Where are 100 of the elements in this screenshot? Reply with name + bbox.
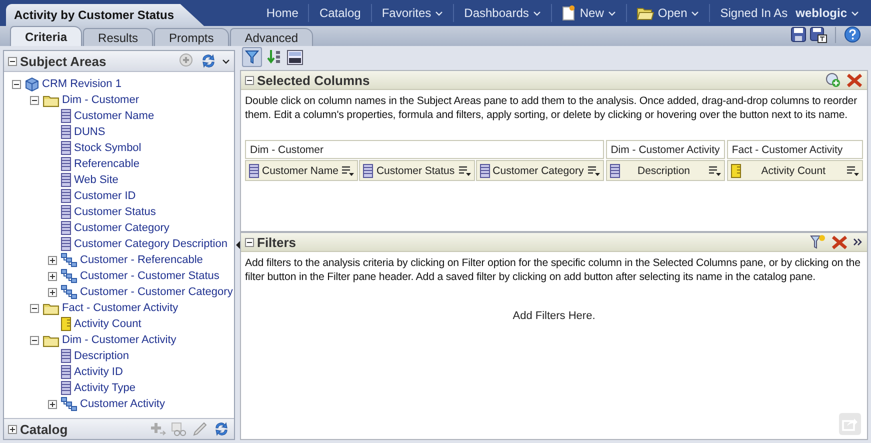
save-icon[interactable]	[791, 27, 806, 42]
tab[interactable]: Criteria	[10, 26, 82, 46]
delete-icon[interactable]	[846, 72, 863, 88]
tab[interactable]: Results	[83, 28, 154, 46]
caret-icon	[691, 10, 700, 16]
selected-column[interactable]: Description	[606, 160, 725, 181]
column-icon	[61, 237, 71, 251]
tree-item[interactable]: Activity ID	[74, 366, 123, 378]
expand-icon[interactable]	[48, 400, 56, 408]
menu-button[interactable]: Dashboards	[453, 4, 551, 22]
column-icon	[61, 189, 71, 203]
tree-item[interactable]: Customer - Customer Status	[80, 270, 220, 282]
column-icon	[61, 173, 71, 187]
selected-column[interactable]: Customer Status	[359, 160, 475, 181]
column-menu-icon[interactable]	[708, 164, 722, 176]
selected-column[interactable]: Activity Count	[726, 160, 863, 181]
column-icon	[61, 349, 71, 363]
column-icon	[610, 164, 620, 178]
column-menu-icon[interactable]	[586, 164, 601, 176]
tree-item[interactable]: Customer Category	[74, 222, 170, 234]
empty-message: Add Filters Here.	[512, 310, 596, 322]
tab[interactable]: Advanced	[230, 28, 314, 46]
expand-icon[interactable]	[48, 272, 56, 280]
panel-title: Filters	[257, 234, 296, 250]
column-group-header[interactable]: Fact - Customer Activity	[726, 140, 863, 159]
column-icon	[61, 221, 71, 235]
double-chevron-icon[interactable]	[853, 237, 863, 247]
tree-item[interactable]: Referencable	[74, 158, 140, 170]
column-icon	[61, 205, 71, 219]
selected-column[interactable]: Customer Category	[476, 160, 604, 181]
collapse-icon[interactable]	[12, 80, 20, 88]
folder-icon	[43, 334, 59, 346]
expand-icon[interactable]	[8, 424, 17, 434]
sort-button[interactable]	[265, 48, 283, 66]
collapse-icon[interactable]	[30, 96, 38, 104]
tab[interactable]: Prompts	[154, 28, 229, 46]
tree-item[interactable]: Customer Category Description	[74, 238, 228, 250]
tree-item[interactable]: Customer - Referencable	[80, 254, 203, 266]
tree-item[interactable]: Dim - Customer Activity	[62, 334, 176, 346]
collapse-icon[interactable]	[30, 304, 38, 312]
caret-icon	[851, 10, 859, 16]
column-icon	[249, 164, 259, 178]
tree-item[interactable]: Stock Symbol	[74, 142, 142, 154]
folder-icon	[43, 94, 59, 106]
caret-icon	[435, 10, 444, 16]
tree-item[interactable]: Customer ID	[74, 190, 136, 202]
column-icon	[61, 141, 71, 155]
expand-icon[interactable]	[48, 288, 56, 296]
tree-item[interactable]: Customer - Customer Category	[80, 286, 233, 298]
column-menu-icon[interactable]	[458, 164, 472, 176]
column-menu-icon[interactable]	[341, 164, 356, 176]
collapse-icon[interactable]	[8, 56, 17, 66]
tree-item[interactable]: Customer Status	[74, 206, 156, 218]
pane-title: Subject Areas	[20, 54, 106, 68]
tree-item[interactable]: Activity Count	[74, 318, 142, 330]
menu-button[interactable]: New	[550, 4, 626, 22]
tree-item[interactable]: Web Site	[74, 174, 118, 186]
column-properties-button[interactable]	[286, 48, 304, 66]
column-icon	[61, 381, 71, 395]
add-icon[interactable]	[825, 72, 841, 88]
column-group-header[interactable]: Dim - Customer Activity	[606, 140, 725, 159]
tree-item[interactable]: Description	[74, 350, 130, 362]
menu-button[interactable]: Favorites	[370, 4, 454, 22]
tree-item[interactable]: Customer Name	[74, 110, 154, 122]
panel-description: Double click on column names in the Subject Areas pane to add them to the analysis. Once added, drag-and-drop columns to reorder them. Edit a column's properties, formula and filters, apply sorting, or delete by clicking or hovering over the button next to its name.	[244, 94, 858, 123]
refresh-icon[interactable]	[213, 421, 230, 437]
collapse-icon[interactable]	[245, 76, 254, 84]
tree-item[interactable]: DUNS	[74, 126, 106, 138]
help-icon[interactable]	[844, 26, 861, 43]
tree-item[interactable]: Fact - Customer Activity	[62, 302, 178, 314]
pane-title: Catalog	[20, 422, 68, 436]
delete-icon[interactable]	[831, 234, 848, 250]
panel-description: Add filters to the analysis criteria by clicking on Filter option for the specific column in the Selected Columns pane, or by clicking on the filter button in the Filter pane header. Add a saved filter by clicking on add button after selecting its name in the catalog pane.	[244, 256, 862, 285]
caret-icon	[608, 10, 616, 16]
tree-item[interactable]: Customer Activity	[80, 398, 165, 410]
measure-icon	[730, 164, 741, 178]
user-menu[interactable]: weblogic	[796, 6, 859, 20]
collapse-icon[interactable]	[30, 336, 38, 344]
tree-item[interactable]: CRM Revision 1	[42, 78, 122, 90]
selected-column[interactable]: Customer Name	[245, 160, 358, 181]
menu-link[interactable]: Catalog	[308, 4, 371, 22]
expand-icon[interactable]	[48, 256, 56, 264]
menu-button[interactable]: Open	[626, 4, 710, 22]
refresh-icon[interactable]	[200, 53, 217, 69]
column-icon	[61, 365, 71, 379]
collapse-icon[interactable]	[245, 238, 254, 246]
tree-item[interactable]: Activity Type	[74, 382, 136, 394]
add-filter-icon[interactable]	[810, 234, 826, 250]
hierarchy-icon	[61, 269, 77, 283]
hierarchy-icon	[61, 253, 77, 267]
cube-icon	[25, 76, 39, 92]
hierarchy-icon	[61, 397, 77, 411]
menu-link[interactable]: Home	[256, 4, 308, 22]
filter-toggle-button[interactable]	[242, 47, 262, 67]
column-group-header[interactable]: Dim - Customer	[245, 140, 604, 159]
column-menu-icon[interactable]	[846, 164, 860, 176]
tree-item[interactable]: Dim - Customer	[62, 94, 140, 106]
column-icon	[61, 157, 71, 171]
document-tab[interactable]: Activity by Customer Status	[6, 4, 204, 26]
save-as-icon[interactable]	[810, 26, 827, 42]
